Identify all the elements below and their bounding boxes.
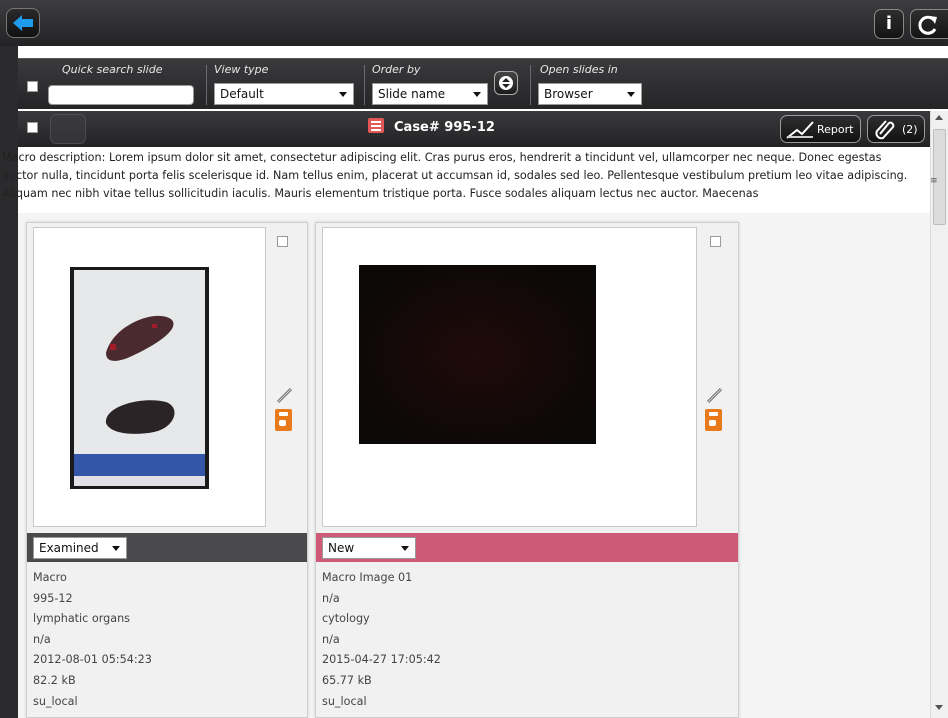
slide-case: n/a (322, 591, 340, 605)
slide-user: su_local (322, 694, 367, 708)
snapshot-icon[interactable] (705, 409, 722, 431)
back-arrow-icon (13, 15, 33, 31)
filter-bar: Quick search slide View type Default Ord… (18, 58, 948, 109)
view-type-label: View type (214, 63, 269, 76)
edit-icon[interactable] (275, 385, 295, 405)
chevron-down-icon (473, 92, 481, 97)
slide-status-select[interactable]: New (322, 537, 416, 559)
chevron-down-icon (401, 546, 409, 551)
case-list-icon (368, 118, 384, 133)
slide-card[interactable]: Examined Macro 995-12 lymphatic organs n… (26, 222, 308, 718)
report-button[interactable]: Report (780, 115, 861, 143)
quick-search-label: Quick search slide (62, 63, 163, 76)
slide-size: 65.77 kB (322, 673, 372, 687)
slide-user: su_local (33, 694, 78, 708)
select-all-checkbox[interactable] (27, 81, 38, 92)
slide-select-checkbox[interactable] (710, 236, 721, 247)
macro-slide-image (70, 267, 209, 489)
slide-status-value: New (328, 541, 355, 555)
edit-icon[interactable] (705, 385, 725, 405)
attachments-count: (2) (902, 123, 918, 136)
case-select-checkbox[interactable] (27, 122, 38, 133)
refresh-icon (918, 15, 937, 35)
vertical-scrollbar[interactable] (930, 111, 948, 718)
signature-icon (786, 121, 814, 139)
filter-divider (364, 65, 365, 105)
view-type-value: Default (220, 87, 264, 101)
macro-description: Macro description: Lorem ipsum dolor sit… (2, 151, 908, 200)
slide-date: 2012-08-01 05:54:23 (33, 653, 152, 667)
sort-direction-button[interactable] (494, 71, 518, 95)
slide-stain: n/a (322, 632, 340, 646)
info-icon: i (885, 13, 893, 34)
slide-metadata: Macro Image 01 n/a cytology n/a 2015-04-… (322, 568, 441, 712)
macro-image-01 (359, 265, 596, 444)
slide-thumbnail[interactable] (322, 227, 697, 527)
slide-name: Macro Image 01 (322, 571, 413, 584)
top-toolbar: i (0, 0, 948, 46)
back-button[interactable] (6, 8, 40, 38)
scroll-down-icon[interactable] (935, 705, 943, 710)
filter-divider (530, 65, 531, 105)
slide-status-bar: New (316, 533, 738, 562)
description-expand-icon[interactable]: ≡ (930, 176, 938, 186)
slide-metadata: Macro 995-12 lymphatic organs n/a 2012-0… (33, 568, 152, 712)
order-by-value: Slide name (378, 87, 446, 101)
slide-case: 995-12 (33, 591, 73, 605)
slide-tissue: cytology (322, 612, 370, 626)
paperclip-icon (875, 120, 895, 140)
slide-thumbnail[interactable] (33, 227, 266, 527)
open-slides-in-value: Browser (544, 87, 593, 101)
attachments-button[interactable]: (2) (867, 115, 925, 143)
filter-divider (206, 65, 207, 105)
slide-select-checkbox[interactable] (277, 236, 288, 247)
slide-status-value: Examined (39, 541, 99, 555)
chevron-down-icon (627, 92, 635, 97)
quick-search-input[interactable] (48, 85, 194, 105)
slide-card[interactable]: New Macro Image 01 n/a cytology n/a 2015… (315, 222, 739, 718)
open-slides-in-label: Open slides in (540, 63, 618, 76)
order-by-label: Order by (372, 63, 421, 76)
order-by-select[interactable]: Slide name (372, 83, 488, 105)
slide-status-select[interactable]: Examined (33, 537, 127, 559)
left-frame (0, 46, 18, 718)
slide-status-bar: Examined (27, 533, 307, 562)
slide-tissue: lymphatic organs (33, 612, 130, 626)
info-button[interactable]: i (874, 9, 904, 39)
chevron-down-icon (339, 92, 347, 97)
open-slides-in-select[interactable]: Browser (538, 83, 642, 105)
sort-direction-icon (499, 76, 513, 90)
slide-stain: n/a (33, 632, 51, 646)
case-overview-button[interactable] (50, 114, 86, 144)
refresh-button[interactable] (910, 9, 948, 39)
scroll-up-icon[interactable] (935, 115, 943, 120)
report-label: Report (817, 123, 854, 136)
slide-size: 82.2 kB (33, 673, 76, 687)
slide-name: Macro (33, 571, 67, 584)
view-type-select[interactable]: Default (214, 83, 354, 105)
case-header-bar: Case# 995-12 Report (2) (18, 111, 930, 147)
chevron-down-icon (112, 546, 120, 551)
snapshot-icon[interactable] (275, 409, 292, 431)
case-title: Case# 995-12 (394, 120, 495, 135)
slide-date: 2015-04-27 17:05:42 (322, 653, 441, 667)
